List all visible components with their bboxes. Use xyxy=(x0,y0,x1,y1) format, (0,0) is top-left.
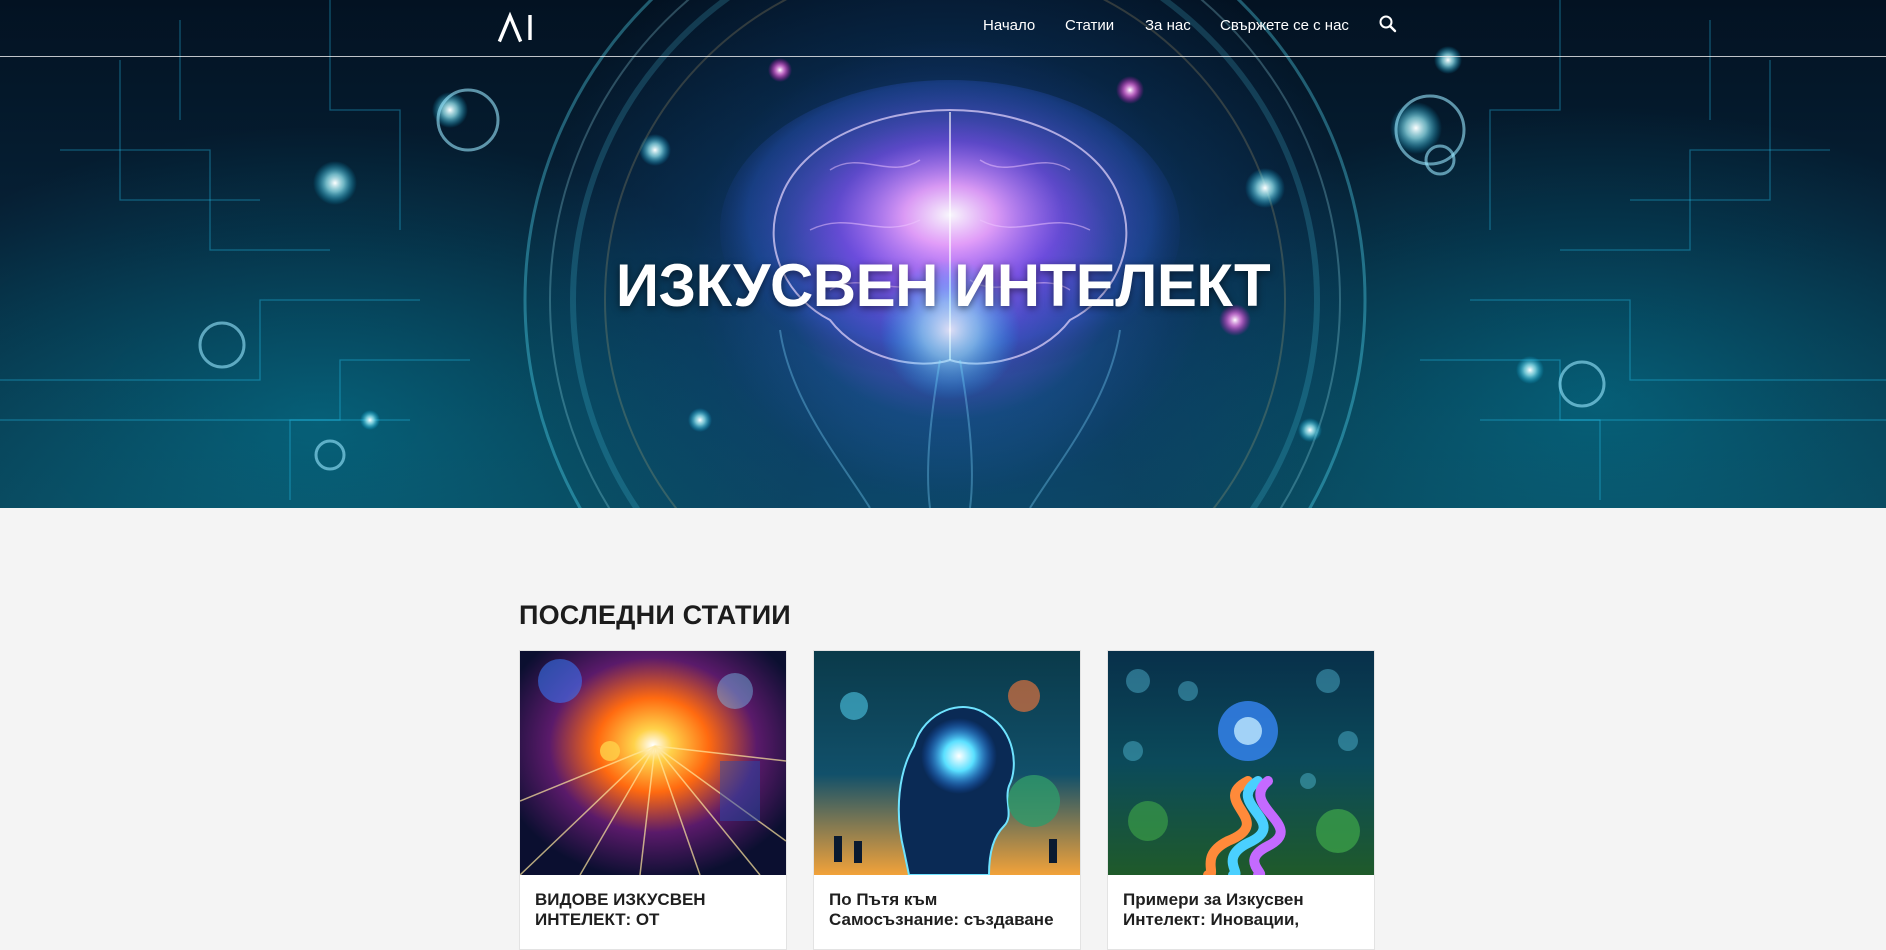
site-header: Начало Статии За нас Свържете се с нас xyxy=(0,0,1886,57)
nav-item-home[interactable]: Начало xyxy=(983,16,1035,36)
nav-item-articles[interactable]: Статии xyxy=(1065,16,1114,36)
article-card[interactable]: Примери за Изкусвен Интелект: Иновации, xyxy=(1107,650,1375,950)
article-title[interactable]: По Пътя към Самосъзнание: създаване xyxy=(829,890,1069,930)
article-thumbnail[interactable] xyxy=(814,651,1080,875)
nav-item-about[interactable]: За нас xyxy=(1145,16,1191,36)
hero-banner: ИЗКУСВЕН ИНТЕЛЕКТ xyxy=(0,0,1886,508)
hero-title: ИЗКУСВЕН ИНТЕЛЕКТ xyxy=(615,252,1271,319)
article-title[interactable]: Примери за Изкусвен Интелект: Иновации, xyxy=(1123,890,1363,930)
nav-item-contact[interactable]: Свържете се с нас xyxy=(1220,16,1349,36)
logo-ai[interactable] xyxy=(497,10,537,44)
article-thumbnail[interactable] xyxy=(520,651,786,875)
search-icon[interactable] xyxy=(1378,14,1398,34)
article-card[interactable]: ВИДОВЕ ИЗКУСВЕН ИНТЕЛЕКТ: ОТ xyxy=(519,650,787,950)
article-card[interactable]: По Пътя към Самосъзнание: създаване xyxy=(813,650,1081,950)
article-thumbnail[interactable] xyxy=(1108,651,1374,875)
article-title[interactable]: ВИДОВЕ ИЗКУСВЕН ИНТЕЛЕКТ: ОТ xyxy=(535,890,775,930)
latest-articles-heading: ПОСЛЕДНИ СТАТИИ xyxy=(519,600,791,630)
